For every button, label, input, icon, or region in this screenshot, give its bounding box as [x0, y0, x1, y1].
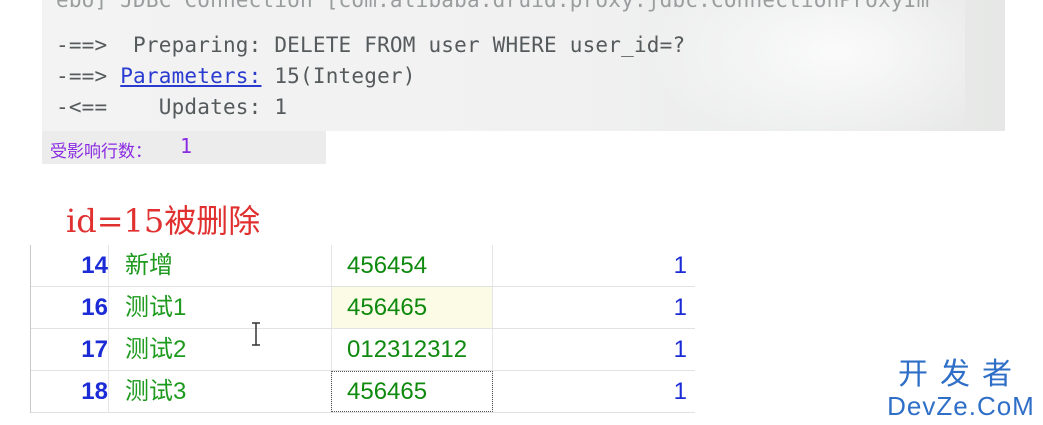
console-background	[645, 0, 965, 131]
cell-password[interactable]: 456465	[331, 287, 493, 328]
devze-watermark: 开发者 DevZe.CoM	[887, 357, 1035, 421]
table-row[interactable]: 18 测试3 456465 1	[31, 371, 695, 413]
watermark-en: DevZe.CoM	[887, 391, 1035, 421]
rows-affected-label: 受影响行数：	[50, 142, 152, 162]
rows-affected-panel: 受影响行数： 1	[42, 131, 326, 164]
cell-id[interactable]: 17	[31, 329, 108, 370]
cell-number[interactable]: 1	[494, 329, 687, 370]
deletion-annotation: id=15被删除	[66, 202, 261, 240]
cell-number[interactable]: 1	[494, 287, 687, 328]
cell-password[interactable]: 456454	[331, 245, 493, 286]
parameters-value: 15(Integer)	[261, 64, 416, 88]
console-output: ebo] JDBC Connection [com.alibaba.druid.…	[42, 0, 1005, 131]
cell-number[interactable]: 1	[494, 371, 687, 412]
cell-id[interactable]: 18	[31, 371, 108, 412]
parameters-link[interactable]: Parameters:	[120, 64, 261, 88]
cell-name[interactable]: 新增	[125, 245, 173, 286]
cell-number[interactable]: 1	[494, 245, 687, 286]
rows-affected-value: 1	[180, 134, 193, 158]
cell-id[interactable]: 14	[31, 245, 108, 286]
table-row[interactable]: 17 测试2 012312312 1	[31, 329, 695, 371]
watermark-cn: 开发者	[898, 357, 1024, 392]
cell-password[interactable]: 456465	[331, 371, 493, 412]
table-row[interactable]: 14 新增 456454 1	[31, 245, 695, 287]
result-table: 14 新增 456454 1 16 测试1 456465 1 17 测试2 01…	[30, 245, 695, 413]
cell-name[interactable]: 测试3	[125, 371, 186, 412]
cell-id[interactable]: 16	[31, 287, 108, 328]
text-cursor-icon	[252, 322, 260, 346]
cell-name[interactable]: 测试2	[125, 329, 186, 370]
cell-password[interactable]: 012312312	[331, 329, 493, 370]
console-line-updates: -<== Updates: 1	[56, 95, 288, 119]
parameters-prefix: -==>	[56, 64, 121, 88]
cell-name[interactable]: 测试1	[125, 287, 186, 328]
console-line-parameters: -==> Parameters: 15(Integer)	[56, 64, 416, 88]
console-line-jdbc: ebo] JDBC Connection [com.alibaba.druid.…	[56, 0, 930, 12]
console-line-preparing: -==> Preparing: DELETE FROM user WHERE u…	[56, 33, 686, 57]
table-row[interactable]: 16 测试1 456465 1	[31, 287, 695, 329]
